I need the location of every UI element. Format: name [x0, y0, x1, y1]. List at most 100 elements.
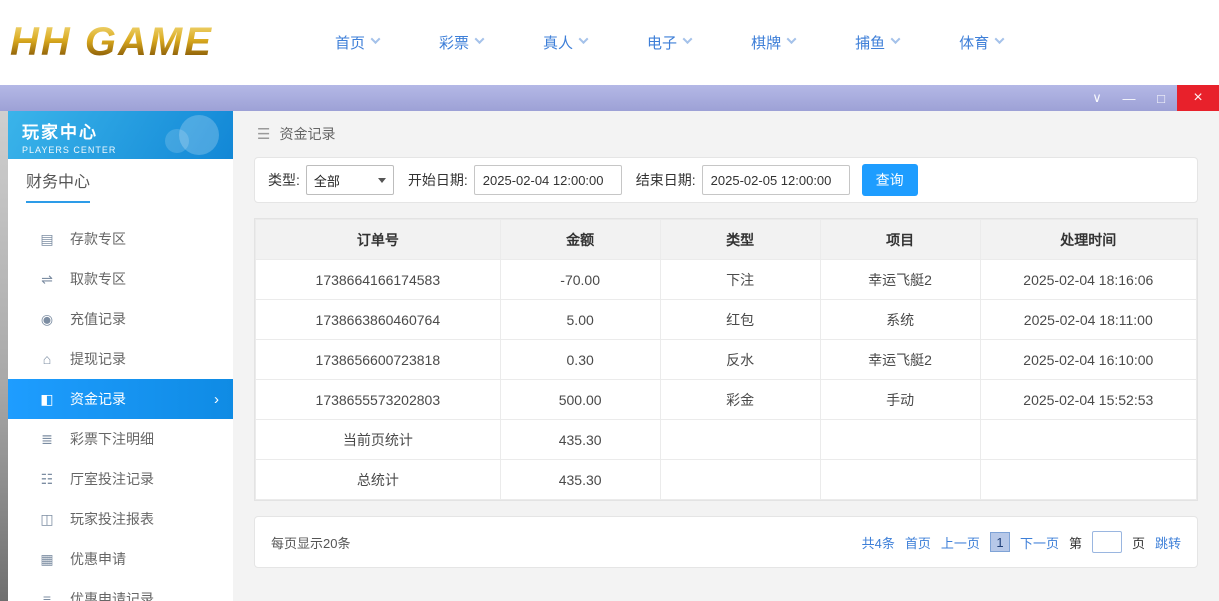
sidebar-item-label: 厅室投注记录: [70, 469, 154, 489]
sidebar-item-label: 充值记录: [70, 309, 126, 329]
sidebar: 玩家中心 PLAYERS CENTER 财务中心 ▤ 存款专区 ⇌ 取款专区 ◉…: [8, 111, 233, 601]
sidebar-item-label: 彩票下注明细: [70, 429, 154, 449]
player-bet-report-icon: ◫: [38, 511, 56, 528]
per-page-info: 每页显示20条: [271, 533, 350, 552]
main-nav: 首页 彩票 真人 电子 棋牌 捕鱼 体育: [335, 32, 1063, 53]
sidebar-item-label: 存款专区: [70, 229, 126, 249]
current-page-indicator[interactable]: 1: [990, 532, 1010, 552]
cell-amount: 500.00: [500, 380, 660, 420]
chevron-down-icon: [995, 34, 1005, 44]
cell-summary-amount: 435.30: [500, 420, 660, 460]
sidebar-item-label: 资金记录: [70, 389, 126, 409]
sidebar-item-label: 优惠申请记录: [70, 589, 154, 601]
chevron-down-icon: [371, 34, 381, 44]
sidebar-item-funds-records[interactable]: ◧ 资金记录 ›: [8, 379, 233, 419]
nav-item-live[interactable]: 真人: [543, 32, 587, 53]
cell-amount: 5.00: [500, 300, 660, 340]
start-date-label: 开始日期:: [408, 170, 468, 190]
finance-section: 财务中心: [8, 159, 233, 205]
nav-item-home[interactable]: 首页: [335, 32, 379, 53]
pagination-bar: 每页显示20条 共4条 首页 上一页 1 下一页 第 页 跳转: [254, 516, 1198, 568]
finance-section-title: 财务中心: [26, 168, 90, 203]
sidebar-item-promo-apply[interactable]: ▦ 优惠申请: [8, 539, 233, 579]
close-icon: ×: [1193, 89, 1202, 107]
main-content: ☰ 资金记录 类型: 全部 开始日期: 结束日期: 查询: [233, 111, 1219, 601]
sidebar-item-lottery-bet-details[interactable]: ≣ 彩票下注明细: [8, 419, 233, 459]
end-date-label: 结束日期:: [636, 170, 696, 190]
next-page-link[interactable]: 下一页: [1020, 533, 1059, 552]
sidebar-item-promo-apply-records[interactable]: ≡ 优惠申请记录: [8, 579, 233, 601]
sidebar-item-label: 玩家投注报表: [70, 509, 154, 529]
start-date-input[interactable]: [474, 165, 622, 195]
cell-amount: 0.30: [500, 340, 660, 380]
table-summary-row-total: 总统计 435.30: [256, 460, 1197, 500]
prev-page-link[interactable]: 上一页: [941, 533, 980, 552]
table-row: 1738663860460764 5.00 红包 系统 2025-02-04 1…: [256, 300, 1197, 340]
nav-item-electronic[interactable]: 电子: [647, 32, 691, 53]
col-header-project: 项目: [820, 220, 980, 260]
sidebar-item-deposit-zone[interactable]: ▤ 存款专区: [8, 219, 233, 259]
end-date-input[interactable]: [702, 165, 850, 195]
cell-order-no: 1738656600723818: [256, 340, 501, 380]
jump-button[interactable]: 跳转: [1155, 533, 1181, 552]
brand-logo: HH GAME: [10, 20, 290, 65]
first-page-link[interactable]: 首页: [905, 533, 931, 552]
window-minimize-button[interactable]: —: [1113, 85, 1145, 111]
promo-apply-record-icon: ≡: [38, 591, 56, 601]
promo-apply-icon: ▦: [38, 551, 56, 568]
jump-suffix-label: 页: [1132, 533, 1145, 552]
nav-label: 体育: [959, 32, 989, 53]
cell-summary-amount: 435.30: [500, 460, 660, 500]
search-button[interactable]: 查询: [862, 164, 918, 196]
sidebar-item-recharge-records[interactable]: ◉ 充值记录: [8, 299, 233, 339]
window-dropdown-button[interactable]: ∨: [1081, 85, 1113, 111]
window-close-button[interactable]: ×: [1177, 85, 1219, 111]
col-header-process-time: 处理时间: [980, 220, 1196, 260]
withdraw-record-icon: ⌂: [38, 351, 56, 367]
cell-project: 幸运飞艇2: [820, 340, 980, 380]
nav-label: 捕鱼: [855, 32, 885, 53]
jump-prefix-label: 第: [1069, 533, 1082, 552]
table-summary-row-page: 当前页统计 435.30: [256, 420, 1197, 460]
window-maximize-button[interactable]: □: [1145, 85, 1177, 111]
cell-type: 彩金: [660, 380, 820, 420]
deposit-icon: ▤: [38, 231, 56, 248]
cell-process-time: 2025-02-04 18:16:06: [980, 260, 1196, 300]
cell-type: 反水: [660, 340, 820, 380]
content-area: 类型: 全部 开始日期: 结束日期: 查询: [233, 157, 1219, 568]
page-jump-input[interactable]: [1092, 531, 1122, 553]
players-center-header: 玩家中心 PLAYERS CENTER: [8, 111, 233, 159]
table-row: 1738655573202803 500.00 彩金 手动 2025-02-04…: [256, 380, 1197, 420]
sidebar-item-hall-bet-records[interactable]: ☷ 厅室投注记录: [8, 459, 233, 499]
sidebar-item-player-bet-reports[interactable]: ◫ 玩家投注报表: [8, 499, 233, 539]
funds-records-table-card: 订单号 金额 类型 项目 处理时间 1738664166174583 -70.0…: [254, 218, 1198, 501]
col-header-order-no: 订单号: [256, 220, 501, 260]
sidebar-item-withdraw-zone[interactable]: ⇌ 取款专区: [8, 259, 233, 299]
filter-bar: 类型: 全部 开始日期: 结束日期: 查询: [254, 157, 1198, 203]
desktop-background-strip: [0, 111, 8, 601]
breadcrumb: ☰ 资金记录: [233, 111, 1219, 157]
hall-bet-record-icon: ☷: [38, 471, 56, 488]
cell-summary-label: 当前页统计: [256, 420, 501, 460]
type-select[interactable]: 全部: [306, 165, 394, 195]
main-wrapper: 玩家中心 PLAYERS CENTER 财务中心 ▤ 存款专区 ⇌ 取款专区 ◉…: [0, 111, 1219, 601]
players-center-subtitle: PLAYERS CENTER: [22, 145, 233, 155]
nav-item-sports[interactable]: 体育: [959, 32, 1003, 53]
total-count: 共4条: [862, 533, 895, 552]
nav-label: 真人: [543, 32, 573, 53]
nav-label: 首页: [335, 32, 365, 53]
cell-project: 手动: [820, 380, 980, 420]
nav-item-fishing[interactable]: 捕鱼: [855, 32, 899, 53]
cell-process-time: 2025-02-04 15:52:53: [980, 380, 1196, 420]
type-select-value: 全部: [314, 171, 340, 190]
sidebar-item-withdrawal-records[interactable]: ⌂ 提现记录: [8, 339, 233, 379]
funds-records-table: 订单号 金额 类型 项目 处理时间 1738664166174583 -70.0…: [255, 219, 1197, 500]
funds-record-icon: ◧: [38, 391, 56, 408]
cell-order-no: 1738655573202803: [256, 380, 501, 420]
maximize-icon: □: [1157, 91, 1165, 106]
players-center-title: 玩家中心: [22, 118, 233, 143]
cell-project: 系统: [820, 300, 980, 340]
sidebar-item-label: 优惠申请: [70, 549, 126, 569]
nav-item-lottery[interactable]: 彩票: [439, 32, 483, 53]
nav-item-chess[interactable]: 棋牌: [751, 32, 795, 53]
